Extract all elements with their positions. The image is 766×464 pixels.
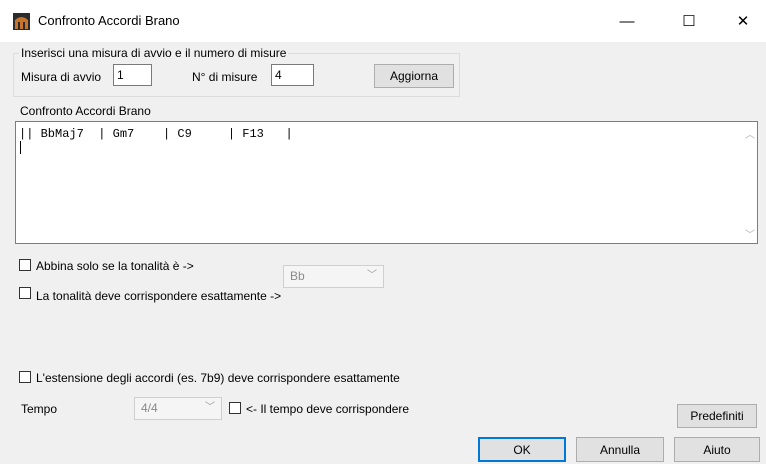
chevron-down-icon: ﹀: [205, 402, 215, 413]
start-measure-group-legend: Inserisci una misura di avvio e il numer…: [19, 46, 289, 60]
scroll-down-icon[interactable]: ﹀: [745, 226, 755, 241]
help-button[interactable]: Aiuto: [674, 437, 760, 462]
ok-button[interactable]: OK: [478, 437, 566, 462]
key-match-checkbox[interactable]: [19, 259, 31, 271]
cancel-button[interactable]: Annulla: [576, 437, 664, 462]
measure-count-input[interactable]: 4: [271, 64, 314, 86]
key-select[interactable]: Bb ﹀: [283, 265, 384, 288]
start-measure-label: Misura di avvio: [21, 70, 102, 84]
key-match-label: Abbina solo se la tonalità è ->: [36, 259, 194, 273]
update-button[interactable]: Aggiorna: [374, 64, 454, 88]
app-icon: [13, 13, 30, 30]
extension-label: L'estensione degli accordi (es. 7b9) dev…: [36, 371, 400, 385]
measure-count-label: N° di misure: [192, 70, 258, 84]
close-icon: ✕: [736, 13, 750, 30]
key-select-value: Bb: [290, 269, 305, 283]
tempo-label: Tempo: [21, 402, 58, 416]
text-caret: [20, 141, 21, 154]
tempo-match-checkbox[interactable]: [229, 402, 241, 414]
scroll-up-icon[interactable]: ︿: [745, 126, 755, 141]
chords-label: Confronto Accordi Brano: [20, 104, 151, 118]
chords-text: || BbMaj7 | Gm7 | C9 | F13 |: [19, 127, 293, 141]
key-exact-checkbox[interactable]: [19, 287, 31, 299]
tempo-select-value: 4/4: [141, 401, 158, 415]
minimize-button[interactable]: —: [604, 0, 650, 42]
minimize-icon: —: [619, 12, 635, 30]
tempo-match-label: <- Il tempo deve corrispondere: [246, 402, 410, 416]
close-button[interactable]: ✕: [720, 0, 766, 42]
window-title: Confronto Accordi Brano: [38, 13, 180, 28]
defaults-button[interactable]: Predefiniti: [677, 404, 757, 428]
extension-checkbox[interactable]: [19, 371, 31, 383]
key-exact-label: La tonalità deve corrispondere esattamen…: [36, 289, 282, 303]
tempo-select[interactable]: 4/4 ﹀: [134, 397, 222, 420]
start-measure-input[interactable]: 1: [113, 64, 152, 86]
chevron-down-icon: ﹀: [367, 270, 377, 281]
maximize-icon: ☐: [682, 13, 696, 30]
maximize-button[interactable]: ☐: [666, 0, 712, 42]
